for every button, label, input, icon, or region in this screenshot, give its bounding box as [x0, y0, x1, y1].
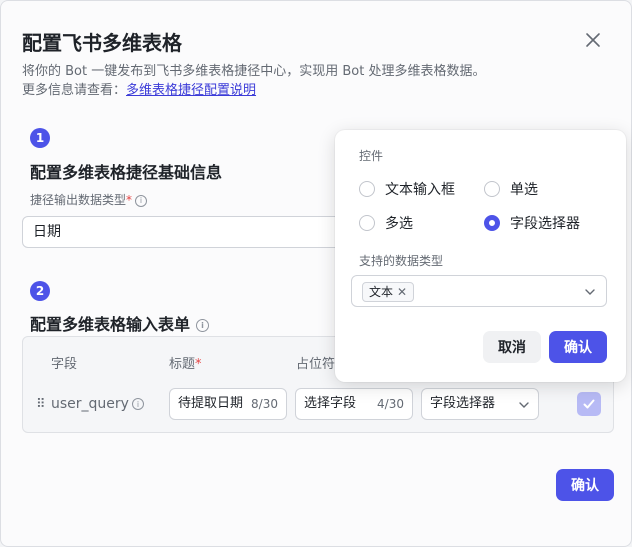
modal-description: 将你的 Bot 一键发布到飞书多维表格捷径中心，实现用 Bot 处理多维表格数据…: [22, 64, 486, 79]
confirm-button[interactable]: 确认: [556, 469, 614, 501]
radio-option-label: 文本输入框: [385, 182, 455, 198]
config-guide-link[interactable]: 多维表格捷径配置说明: [126, 83, 256, 98]
modal-title: 配置飞书多维表格: [22, 31, 182, 55]
output-type-value: 日期: [33, 224, 61, 240]
section-2-title: 配置多维表格输入表单 i: [30, 311, 210, 335]
tag-remove-icon[interactable]: ✕: [397, 283, 407, 301]
column-header-title-text: 标题: [169, 357, 196, 372]
data-type-tag: 文本 ✕: [362, 282, 415, 302]
row-enabled-checkbox[interactable]: [577, 392, 601, 416]
info-icon[interactable]: i: [135, 194, 148, 207]
close-icon[interactable]: [583, 30, 603, 50]
radio-icon: [359, 215, 375, 231]
row-field-value: user_query: [51, 396, 129, 412]
section-2-title-text: 配置多维表格输入表单: [30, 315, 191, 334]
column-header-placeholder: 占位符: [296, 357, 336, 372]
control-type-select[interactable]: 字段选择器: [421, 388, 539, 420]
more-info: 更多信息请查看：多维表格捷径配置说明: [22, 81, 256, 100]
radio-option-label: 字段选择器: [510, 216, 580, 232]
section-1-title: 配置多维表格捷径基础信息: [30, 163, 223, 182]
step-1-badge: 1: [30, 128, 50, 148]
required-mark: *: [126, 193, 133, 207]
placeholder-input[interactable]: 选择字段 4/30: [295, 388, 413, 420]
info-icon[interactable]: i: [131, 398, 144, 410]
radio-option-label: 单选: [510, 182, 538, 198]
more-info-prefix: 更多信息请查看：: [22, 83, 127, 98]
required-mark: *: [195, 357, 202, 372]
radio-option-text-input[interactable]: 文本输入框: [359, 179, 455, 199]
chevron-down-icon: [585, 289, 595, 295]
row-field-name: user_query i: [51, 396, 144, 412]
output-type-select[interactable]: 日期: [22, 216, 362, 248]
placeholder-input-value: 选择字段: [304, 396, 357, 411]
output-type-label: 捷径输出数据类型* i: [30, 191, 148, 208]
radio-option-field-selector[interactable]: 字段选择器: [484, 213, 580, 233]
data-type-multiselect[interactable]: 文本 ✕: [351, 275, 607, 307]
title-input[interactable]: 待提取日期 8/30: [169, 388, 287, 420]
cancel-button[interactable]: 取消: [483, 331, 541, 363]
control-type-value: 字段选择器: [430, 396, 496, 411]
control-label: 控件: [359, 149, 384, 163]
step-2-badge: 2: [30, 281, 50, 301]
output-type-label-text: 捷径输出数据类型: [30, 193, 127, 207]
chevron-down-icon: [519, 402, 529, 408]
column-header-field: 字段: [51, 357, 78, 372]
control-settings-popover: 控件 文本输入框 单选 多选 字段选择器 支持的数据类型 文本 ✕ 取消 确认: [335, 130, 626, 382]
radio-icon: [484, 181, 500, 197]
check-icon: [583, 399, 595, 409]
data-type-tag-label: 文本: [369, 285, 394, 299]
info-icon[interactable]: i: [196, 319, 210, 332]
radio-option-single-select[interactable]: 单选: [484, 179, 538, 199]
drag-handle-icon[interactable]: ⠿: [36, 397, 46, 412]
title-char-count: 8/30: [251, 397, 278, 411]
radio-option-label: 多选: [385, 216, 413, 232]
radio-icon: [359, 181, 375, 197]
popover-confirm-button[interactable]: 确认: [549, 331, 607, 363]
radio-option-multi-select[interactable]: 多选: [359, 213, 413, 233]
supported-types-label: 支持的数据类型: [359, 254, 444, 268]
radio-selected-icon: [484, 215, 500, 231]
column-header-title: 标题*: [169, 353, 202, 372]
placeholder-char-count: 4/30: [377, 397, 404, 411]
title-input-value: 待提取日期: [178, 396, 244, 411]
